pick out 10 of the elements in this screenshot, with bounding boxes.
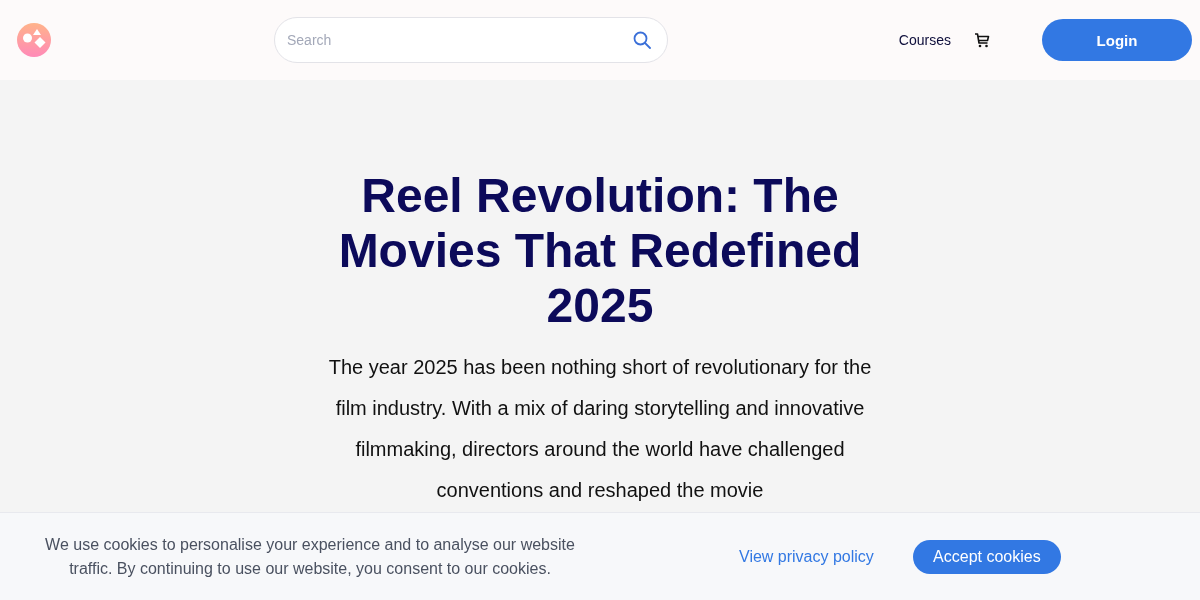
search-field[interactable]: Search (274, 17, 668, 63)
article-title: Reel Revolution: The Movies That Redefined 2025 (337, 168, 863, 333)
accept-cookies-button[interactable]: Accept cookies (912, 539, 1061, 574)
cookie-message: We use cookies to personalise your experience and to analyse our website traffic. By continuing to use our website, you consent to our cookies. (44, 534, 576, 579)
nav-link[interactable]: Courses (898, 32, 951, 48)
privacy-policy-link[interactable]: View privacy policy (739, 547, 874, 566)
article-intro: The year 2025 has been nothing short of revolutionary for the film industry. With a mix of daring storytelling and innovative filmmaking, directors around the world have challenged conventions and reshaped the movie (327, 355, 873, 503)
search-icon[interactable] (633, 31, 651, 49)
cart-icon[interactable] (974, 32, 990, 48)
login-button[interactable]: Login (1042, 19, 1192, 61)
